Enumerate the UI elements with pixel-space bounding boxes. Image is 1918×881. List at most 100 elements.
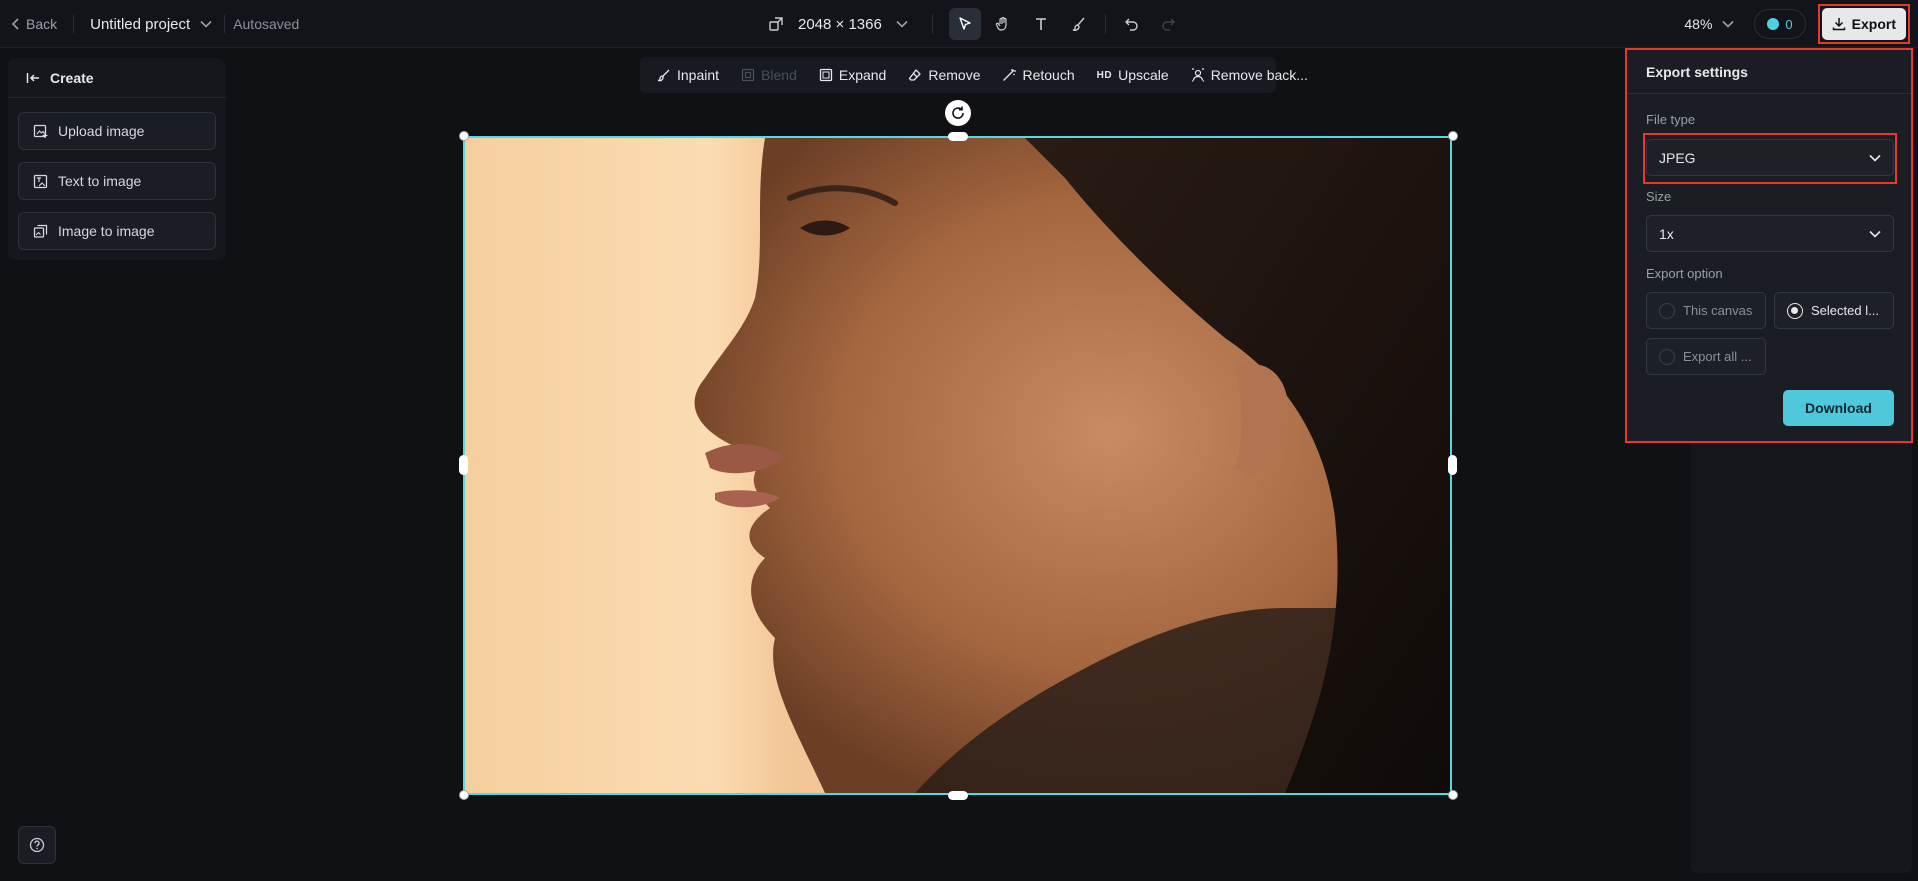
remove-button[interactable]: Remove	[899, 61, 989, 89]
edit-toolbar: Inpaint Blend Expand Remove Retouch HD U…	[640, 57, 1308, 93]
option-label: Selected l...	[1811, 303, 1879, 318]
chevron-down-icon	[1722, 20, 1734, 28]
chevron-left-icon	[12, 18, 19, 30]
rotate-handle[interactable]	[945, 100, 971, 126]
credits-icon	[1767, 18, 1780, 30]
zoom-dropdown[interactable]: 48%	[1684, 16, 1734, 32]
autosave-status: Autosaved	[233, 16, 300, 32]
chevron-down-icon	[1869, 154, 1881, 162]
undo-button[interactable]	[1116, 8, 1148, 40]
text-icon	[1035, 18, 1046, 30]
divider	[1104, 14, 1106, 34]
upload-image-button[interactable]: Upload image	[18, 112, 216, 150]
chevron-down-icon	[1869, 230, 1881, 238]
hand-icon	[995, 16, 1007, 31]
redo-icon	[1162, 18, 1175, 31]
cursor-icon	[959, 17, 971, 30]
canvas-image[interactable]	[463, 136, 1452, 795]
resize-icon	[769, 17, 783, 31]
brush-tool-button[interactable]	[1063, 8, 1095, 40]
remove-background-label: Remove back...	[1210, 67, 1308, 83]
chevron-down-icon	[896, 20, 908, 28]
divider	[224, 15, 226, 33]
hd-icon: HD	[1096, 69, 1113, 81]
divider	[73, 15, 75, 33]
resize-handle-top-left[interactable]	[459, 131, 469, 141]
back-label: Back	[26, 16, 58, 32]
text-tool-button[interactable]	[1025, 8, 1057, 40]
radio-unselected	[1659, 348, 1675, 365]
retouch-button[interactable]: Retouch	[993, 61, 1083, 89]
file-type-value: JPEG	[1659, 149, 1696, 166]
help-button[interactable]	[18, 826, 56, 864]
export-settings-panel: Export settings File type JPEG Size 1x E…	[1625, 48, 1913, 443]
inpaint-label: Inpaint	[677, 67, 720, 83]
resize-handle-bottom-right[interactable]	[1448, 790, 1458, 800]
inpaint-button[interactable]: Inpaint	[648, 61, 728, 89]
create-title: Create	[50, 69, 94, 86]
credits-count: 0	[1785, 16, 1793, 32]
rotate-icon	[952, 106, 964, 119]
image-to-image-label: Image to image	[58, 223, 155, 239]
create-panel: Create Upload image Text to image Image …	[8, 58, 226, 260]
eraser-icon	[909, 69, 921, 81]
image-to-image-button[interactable]: Image to image	[18, 212, 216, 250]
right-side-panel	[1691, 440, 1912, 873]
credits-badge[interactable]: 0	[1754, 9, 1806, 39]
select-tool-button[interactable]	[948, 8, 981, 40]
inpaint-icon	[657, 69, 670, 82]
divider	[931, 14, 933, 34]
project-name-dropdown[interactable]: Untitled project	[90, 16, 212, 33]
remove-background-icon	[1191, 68, 1204, 82]
upscale-label: Upscale	[1118, 67, 1169, 83]
expand-label: Expand	[838, 67, 887, 83]
create-header[interactable]: Create	[8, 58, 226, 98]
back-button[interactable]: Back	[12, 16, 57, 32]
text-to-image-icon	[33, 174, 48, 188]
redo-button[interactable]	[1152, 8, 1184, 40]
brush-icon	[1072, 17, 1085, 31]
resize-handle-bottom-left[interactable]	[459, 790, 469, 800]
export-button[interactable]: Export	[1821, 8, 1906, 40]
upscale-button[interactable]: HD Upscale	[1088, 61, 1178, 89]
hand-tool-button[interactable]	[987, 8, 1019, 40]
resize-handle-bottom[interactable]	[948, 791, 968, 800]
radio-selected	[1787, 302, 1803, 319]
canvas-size-dropdown[interactable]: 2048 × 1366	[768, 16, 908, 33]
remove-background-button[interactable]: Remove back...	[1182, 61, 1317, 89]
expand-icon	[819, 68, 833, 82]
back-arrow-icon	[26, 72, 39, 83]
size-select[interactable]: 1x	[1646, 215, 1894, 252]
resize-handle-top[interactable]	[948, 132, 968, 141]
text-to-image-label: Text to image	[58, 173, 142, 189]
file-type-label: File type	[1646, 112, 1696, 127]
text-to-image-button[interactable]: Text to image	[18, 162, 216, 200]
retouch-label: Retouch	[1022, 67, 1075, 83]
resize-handle-right[interactable]	[1448, 455, 1457, 475]
canvas-dimensions: 2048 × 1366	[798, 15, 882, 33]
export-settings-title: Export settings	[1627, 50, 1911, 94]
image-to-image-icon	[33, 224, 48, 238]
expand-button[interactable]: Expand	[810, 61, 895, 89]
zoom-level: 48%	[1684, 16, 1713, 32]
option-selected-layers[interactable]: Selected l...	[1774, 292, 1894, 329]
option-label: This canvas	[1683, 303, 1753, 318]
blend-button[interactable]: Blend	[732, 61, 806, 89]
resize-handle-left[interactable]	[459, 455, 468, 475]
top-bar-left: Back Untitled project Autosaved	[12, 0, 299, 48]
portrait-photo	[465, 138, 1450, 793]
option-label: Export all ...	[1683, 349, 1752, 364]
undo-icon	[1124, 18, 1138, 31]
file-type-select[interactable]: JPEG	[1646, 139, 1894, 176]
export-button-highlight: Export	[1817, 4, 1910, 44]
blend-icon	[741, 68, 755, 82]
upload-image-label: Upload image	[58, 123, 145, 139]
size-value: 1x	[1659, 225, 1674, 242]
download-button[interactable]: Download	[1783, 390, 1894, 426]
option-export-all[interactable]: Export all ...	[1646, 338, 1766, 375]
resize-handle-top-right[interactable]	[1448, 131, 1458, 141]
help-icon	[29, 837, 45, 853]
download-icon	[1832, 18, 1845, 31]
option-this-canvas[interactable]: This canvas	[1646, 292, 1766, 329]
radio-unselected	[1659, 302, 1675, 319]
